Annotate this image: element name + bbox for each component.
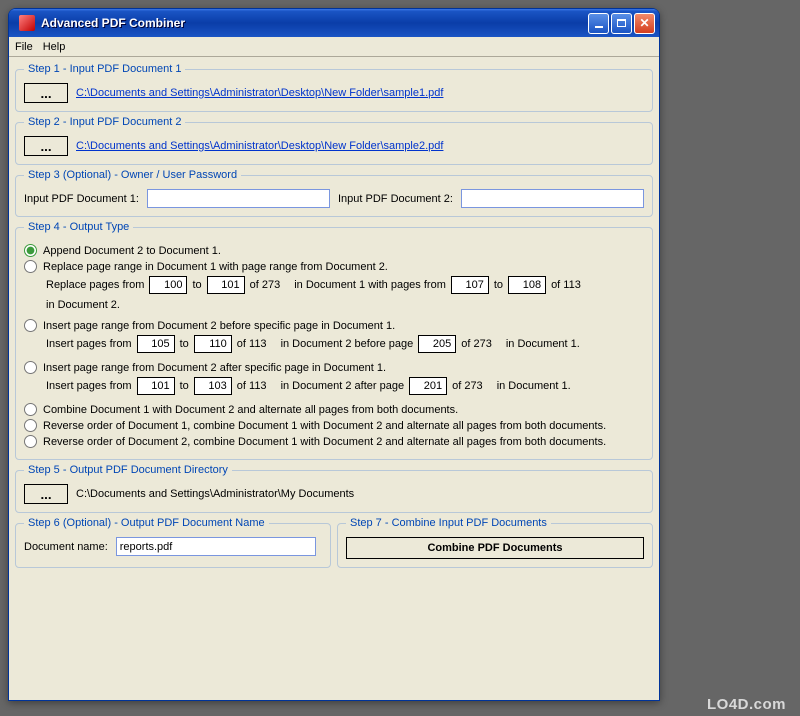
maximize-icon (617, 19, 626, 27)
step2-path-link[interactable]: C:\Documents and Settings\Administrator\… (76, 140, 443, 152)
step3-label1: Input PDF Document 1: (24, 193, 139, 205)
ib-to-input[interactable] (194, 335, 232, 353)
step5-legend: Step 5 - Output PDF Document Directory (24, 464, 232, 476)
ib-prefix: Insert pages from (46, 338, 132, 350)
ib-page-input[interactable] (418, 335, 456, 353)
radio-append[interactable] (24, 244, 37, 257)
step7-legend: Step 7 - Combine Input PDF Documents (346, 517, 551, 529)
step1-group: Step 1 - Input PDF Document 1 ... C:\Doc… (15, 63, 653, 112)
step3-group: Step 3 (Optional) - Owner / User Passwor… (15, 169, 653, 217)
client-area: Step 1 - Input PDF Document 1 ... C:\Doc… (9, 57, 659, 700)
radio-insert-after-label: Insert page range from Document 2 after … (43, 362, 386, 374)
radio-replace[interactable] (24, 260, 37, 273)
radio-insert-after[interactable] (24, 361, 37, 374)
ib-of1: of 113 (237, 338, 267, 350)
ia-to-input[interactable] (194, 377, 232, 395)
ia-page-input[interactable] (409, 377, 447, 395)
ia-mid: in Document 2 after page (281, 380, 405, 392)
replace-to1: to (192, 279, 201, 291)
radio-insert-before[interactable] (24, 319, 37, 332)
ia-of1: of 113 (237, 380, 267, 392)
replace-prefix: Replace pages from (46, 279, 144, 291)
app-icon (19, 15, 35, 31)
close-button[interactable]: ✕ (634, 13, 655, 34)
step4-legend: Step 4 - Output Type (24, 221, 133, 233)
ib-tail: in Document 1. (506, 338, 580, 350)
ib-of2: of 273 (461, 338, 492, 350)
ib-mid: in Document 2 before page (281, 338, 414, 350)
replace-of2: of 113 (551, 279, 581, 291)
step3-password1-input[interactable] (147, 189, 330, 208)
window-title: Advanced PDF Combiner (41, 16, 588, 30)
step1-legend: Step 1 - Input PDF Document 1 (24, 63, 185, 75)
radio-reverse1[interactable] (24, 419, 37, 432)
docname-input[interactable] (116, 537, 316, 556)
radio-alternate[interactable] (24, 403, 37, 416)
step1-browse-button[interactable]: ... (24, 83, 68, 103)
ia-to: to (180, 380, 189, 392)
step4-group: Step 4 - Output Type Append Document 2 t… (15, 221, 653, 460)
menubar: File Help (9, 37, 659, 57)
radio-reverse2-label: Reverse order of Document 2, combine Doc… (43, 436, 606, 448)
ia-of2: of 273 (452, 380, 483, 392)
step3-legend: Step 3 (Optional) - Owner / User Passwor… (24, 169, 241, 181)
replace-to1-input[interactable] (207, 276, 245, 294)
step3-label2: Input PDF Document 2: (338, 193, 453, 205)
ib-to: to (180, 338, 189, 350)
menu-help[interactable]: Help (43, 41, 66, 53)
maximize-button[interactable] (611, 13, 632, 34)
combine-button[interactable]: Combine PDF Documents (346, 537, 644, 559)
step2-legend: Step 2 - Input PDF Document 2 (24, 116, 185, 128)
menu-file[interactable]: File (15, 41, 33, 53)
ia-prefix: Insert pages from (46, 380, 132, 392)
replace-mid: in Document 1 with pages from (294, 279, 446, 291)
step3-password2-input[interactable] (461, 189, 644, 208)
step5-path: C:\Documents and Settings\Administrator\… (76, 488, 354, 500)
step2-group: Step 2 - Input PDF Document 2 ... C:\Doc… (15, 116, 653, 165)
ia-from-input[interactable] (137, 377, 175, 395)
ia-tail: in Document 1. (497, 380, 571, 392)
radio-insert-before-label: Insert page range from Document 2 before… (43, 320, 395, 332)
replace-from2-input[interactable] (451, 276, 489, 294)
radio-reverse1-label: Reverse order of Document 1, combine Doc… (43, 420, 606, 432)
step2-browse-button[interactable]: ... (24, 136, 68, 156)
step7-group: Step 7 - Combine Input PDF Documents Com… (337, 517, 653, 568)
close-icon: ✕ (639, 16, 649, 30)
radio-replace-label: Replace page range in Document 1 with pa… (43, 261, 388, 273)
titlebar[interactable]: Advanced PDF Combiner ✕ (9, 9, 659, 37)
step1-path-link[interactable]: C:\Documents and Settings\Administrator\… (76, 87, 443, 99)
radio-append-label: Append Document 2 to Document 1. (43, 245, 221, 257)
watermark: LO4D.com (707, 696, 786, 713)
app-window: Advanced PDF Combiner ✕ File Help Step 1… (8, 8, 660, 701)
minimize-icon (595, 26, 603, 28)
ib-from-input[interactable] (137, 335, 175, 353)
step5-browse-button[interactable]: ... (24, 484, 68, 504)
replace-tail: in Document 2. (46, 299, 120, 311)
minimize-button[interactable] (588, 13, 609, 34)
replace-from1-input[interactable] (149, 276, 187, 294)
radio-alternate-label: Combine Document 1 with Document 2 and a… (43, 404, 458, 416)
step5-group: Step 5 - Output PDF Document Directory .… (15, 464, 653, 513)
replace-of1: of 273 (250, 279, 281, 291)
replace-to2: to (494, 279, 503, 291)
step6-legend: Step 6 (Optional) - Output PDF Document … (24, 517, 269, 529)
step6-group: Step 6 (Optional) - Output PDF Document … (15, 517, 331, 568)
docname-label: Document name: (24, 541, 108, 553)
radio-reverse2[interactable] (24, 435, 37, 448)
replace-to2-input[interactable] (508, 276, 546, 294)
